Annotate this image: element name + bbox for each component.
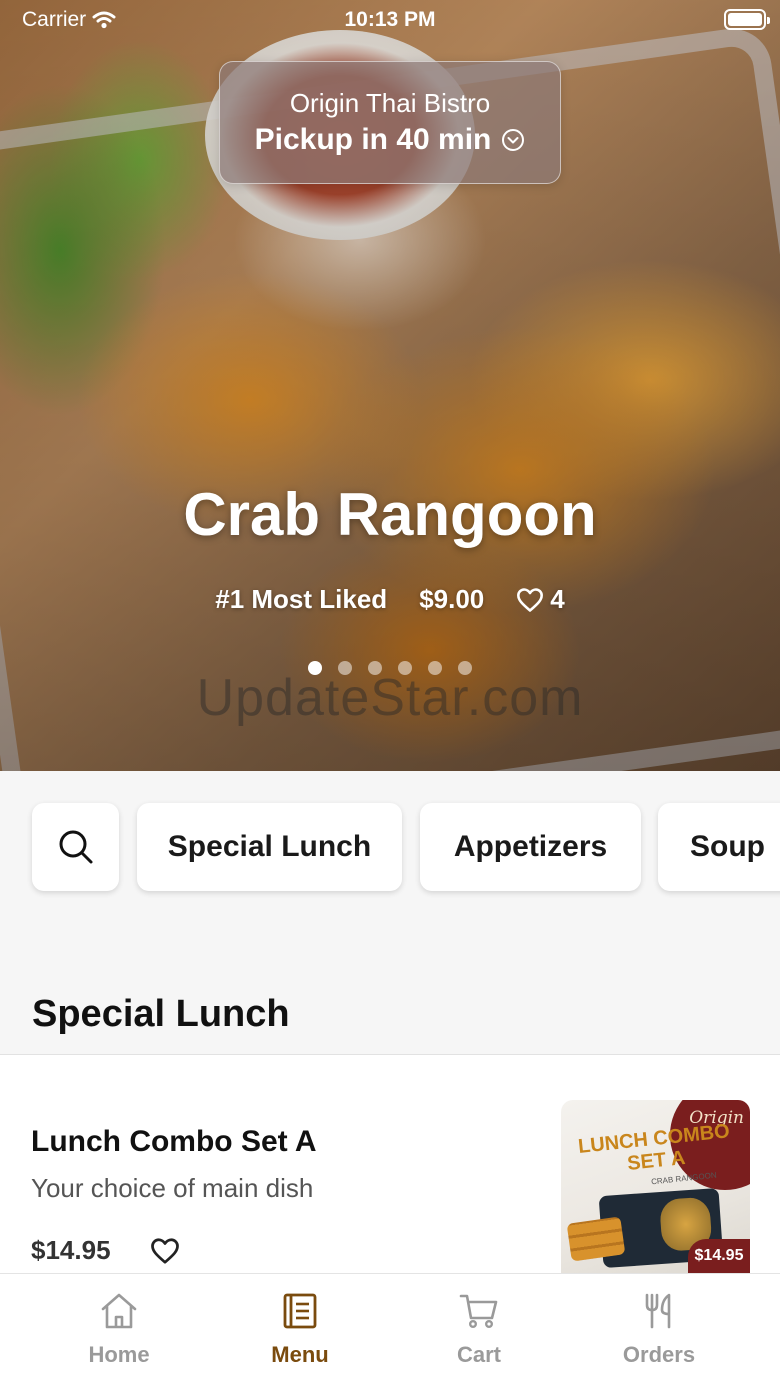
tab-menu[interactable]: Menu [240, 1292, 360, 1368]
menu-item-image: Origin LUNCH COMBO SET A CRAB RANGOON $1… [561, 1100, 750, 1273]
heart-icon [151, 1238, 179, 1264]
featured-price: $9.00 [419, 584, 485, 614]
chevron-down-circle-icon [502, 129, 525, 151]
menu-book-icon [283, 1293, 317, 1329]
featured-item-meta: #1 Most Liked $9.00 4 [0, 584, 780, 615]
pickup-time-label: Pickup in 40 min [254, 123, 492, 156]
tab-orders[interactable]: Orders [599, 1292, 719, 1368]
search-button[interactable] [32, 803, 119, 891]
category-chip-special-lunch[interactable]: Special Lunch [137, 803, 402, 891]
category-chips: Special Lunch Appetizers Soup [0, 771, 780, 951]
pickup-time: Pickup in 40 min [220, 123, 560, 157]
featured-likes-count: 4 [550, 584, 565, 614]
tab-bar: Home Menu Cart Orders [0, 1273, 780, 1387]
home-icon [101, 1293, 137, 1329]
fork-knife-icon [645, 1293, 671, 1329]
menu-item-like-button[interactable] [150, 1237, 180, 1270]
tab-orders-label: Orders [622, 1342, 696, 1367]
pickup-selector[interactable]: Origin Thai Bistro Pickup in 40 min [219, 61, 561, 184]
battery-icon [724, 9, 770, 30]
status-bar: Carrier 10:13 PM [0, 0, 780, 40]
image-spring-rolls [566, 1216, 626, 1262]
hero-banner[interactable]: Carrier 10:13 PM Origin Thai Bistro Pick… [0, 0, 780, 771]
tab-menu-label: Menu [271, 1342, 329, 1367]
featured-rank: #1 Most Liked [215, 584, 388, 614]
tab-home-label: Home [88, 1342, 150, 1367]
featured-item-title: Crab Rangoon [183, 481, 597, 548]
tab-home[interactable]: Home [59, 1292, 179, 1368]
status-time: 10:13 PM [344, 8, 436, 31]
tab-cart[interactable]: Cart [419, 1292, 539, 1368]
menu-item-card[interactable]: Lunch Combo Set A Your choice of main di… [0, 1055, 780, 1273]
menu-item-name: Lunch Combo Set A [31, 1125, 317, 1158]
category-chip-appetizers[interactable]: Appetizers [420, 803, 641, 891]
menu-item-description: Your choice of main dish [31, 1173, 314, 1203]
cart-icon [459, 1294, 498, 1329]
search-icon [59, 830, 92, 864]
image-price-tag: $14.95 [688, 1239, 750, 1273]
section-title: Special Lunch [32, 993, 290, 1035]
tab-cart-label: Cart [456, 1342, 501, 1367]
featured-likes[interactable]: 4 [516, 584, 565, 615]
heart-icon [517, 587, 544, 612]
restaurant-name: Origin Thai Bistro [289, 88, 491, 118]
watermark: UpdateStar.com [196, 669, 584, 727]
category-chip-soup[interactable]: Soup [658, 803, 780, 891]
menu-item-price: $14.95 [31, 1235, 111, 1265]
